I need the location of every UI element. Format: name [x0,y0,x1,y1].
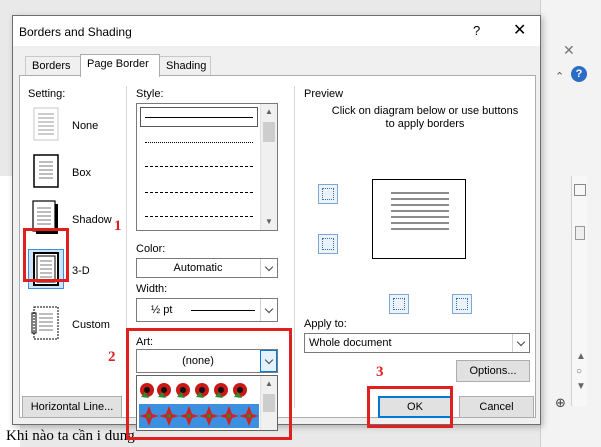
setting-custom-icon [30,305,62,341]
apply-to-dropdown[interactable]: Whole document [304,333,530,353]
width-value: ½ pt [151,304,173,316]
background-scrollbar[interactable]: ▲ ○ ▼ [571,176,587,406]
annotation-box-ok [367,386,453,428]
background-ribbon-edge: ✕ ⌃ ? ▲ ○ ▼ ⊕ [540,0,601,447]
setting-box-label: Box [72,167,91,179]
style-option-dash-dot[interactable] [145,216,253,217]
preview-text-line [391,222,449,224]
preview-text-line [391,216,449,218]
chevron-down-icon[interactable] [512,334,529,352]
preview-text-line [391,204,449,206]
style-option-solid[interactable] [145,117,253,118]
annotation-number-2: 2 [108,349,116,365]
tab-borders[interactable]: Borders [25,56,81,76]
width-dropdown[interactable]: ½ pt [136,298,278,322]
background-scroll-down-icon[interactable]: ▼ [576,381,586,392]
scroll-up-icon[interactable]: ▲ [261,104,277,120]
tab-shading[interactable]: Shading [159,56,211,76]
color-value: Automatic [173,262,223,274]
scroll-down-icon[interactable]: ▼ [261,214,277,230]
dialog-titlebar[interactable]: Borders and Shading ? ✕ [13,16,540,46]
background-scroll-up-icon[interactable]: ▲ [576,351,586,362]
close-icon[interactable]: ✕ [513,20,526,40]
style-scrollbar[interactable]: ▲ ▼ [260,104,277,230]
preview-text-line [391,210,449,212]
scroll-thumb[interactable] [263,122,275,142]
background-close-icon[interactable]: ✕ [563,42,575,59]
annotation-box-art [126,328,292,440]
color-label: Color: [136,243,166,255]
preview-page[interactable] [372,179,466,259]
setting-shadow-label: Shadow [72,214,112,226]
width-line-sample [191,310,255,311]
horizontal-line-button[interactable]: Horizontal Line... [22,396,122,418]
setting-custom[interactable]: Custom [30,305,110,353]
setting-none-icon [30,106,62,142]
chevron-down-icon[interactable] [260,259,277,277]
setting-none[interactable]: None [30,106,110,154]
preview-label: Preview [304,88,344,100]
preview-text-line [391,228,449,230]
bottom-border-button[interactable] [318,234,338,254]
preview-area[interactable] [300,151,530,314]
tab-page-border[interactable]: Page Border [80,54,160,77]
annotation-number-3: 3 [376,364,384,380]
options-button[interactable]: Options... [456,360,530,382]
top-border-button[interactable] [318,184,338,204]
background-circle-icon[interactable]: ○ [576,366,582,377]
setting-none-label: None [72,120,99,132]
style-option-dashed-small[interactable] [145,166,253,167]
width-label: Width: [136,283,168,295]
style-option-dotted[interactable] [145,142,253,143]
background-help-icon[interactable]: ? [571,66,587,82]
preview-text-line [391,192,449,194]
dialog-title: Borders and Shading [19,25,132,39]
style-label: Style: [136,88,164,100]
left-border-button[interactable] [389,294,409,314]
cancel-button[interactable]: Cancel [459,396,534,418]
preview-text-line [391,198,449,200]
zoom-in-icon[interactable]: ⊕ [555,395,566,411]
ribbon-collapse-icon[interactable]: ⌃ [555,70,564,83]
preview-hint: Click on diagram below or use buttons to… [331,105,519,130]
help-button[interactable]: ? [473,23,480,38]
setting-label: Setting: [28,88,66,100]
column-divider [294,86,295,408]
annotation-box-3d [23,228,69,282]
annotation-number-1: 1 [114,218,122,234]
background-scroll-thumb[interactable] [575,226,585,240]
apply-to-value: Whole document [309,337,392,349]
style-listbox[interactable]: ▲ ▼ [136,103,278,231]
setting-box-icon [30,153,62,189]
right-border-button[interactable] [452,294,472,314]
color-dropdown[interactable]: Automatic [136,258,278,278]
apply-to-label: Apply to: [304,318,347,330]
setting-3d-label: 3-D [72,265,90,277]
chevron-down-icon[interactable] [260,299,277,321]
style-option-dashed[interactable] [145,192,253,193]
setting-custom-label: Custom [72,319,110,331]
view-icon[interactable] [574,184,586,196]
setting-box[interactable]: Box [30,153,110,201]
